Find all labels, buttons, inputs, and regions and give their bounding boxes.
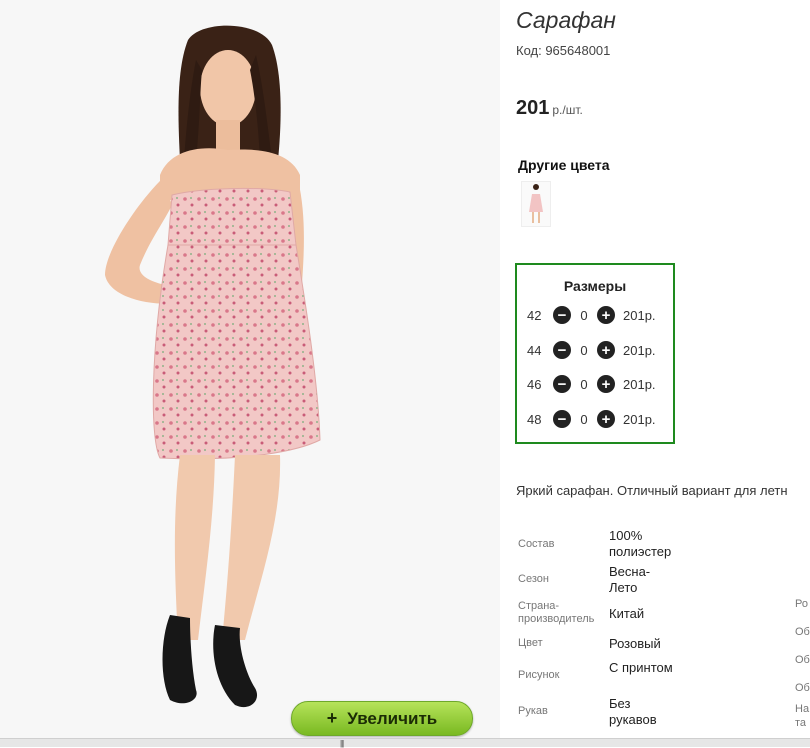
minus-icon[interactable]: − <box>553 341 571 359</box>
edge-label: Об <box>795 682 810 694</box>
plus-icon[interactable]: + <box>597 306 615 324</box>
size-price: 201р. <box>623 411 656 427</box>
price-unit: р./шт. <box>552 103 583 117</box>
size-quantity: 0 <box>580 342 588 358</box>
product-price: 201 р./шт. <box>516 97 583 120</box>
size-price: 201р. <box>623 307 656 323</box>
size-row-42: 42 − 0 + 201р. <box>527 305 656 325</box>
edge-label: Об <box>795 654 810 666</box>
plus-icon[interactable]: + <box>597 375 615 393</box>
attr-label-composition: Состав <box>518 538 555 550</box>
size-quantity: 0 <box>580 376 588 392</box>
size-label: 42 <box>527 307 542 323</box>
zoom-button[interactable]: + Увеличить <box>291 701 473 736</box>
attr-value-sleeve: Без рукавов <box>609 696 657 727</box>
size-label: 48 <box>527 411 542 427</box>
minus-icon[interactable]: − <box>553 410 571 428</box>
product-photo[interactable] <box>0 0 500 738</box>
attr-value-season: Весна-Лето <box>609 564 651 595</box>
product-code: Код: 965648001 <box>516 43 611 58</box>
model-illustration <box>105 25 321 708</box>
attr-label-color: Цвет <box>518 637 543 649</box>
size-label: 44 <box>527 342 542 358</box>
size-quantity: 0 <box>580 411 588 427</box>
size-price: 201р. <box>623 376 656 392</box>
dress-thumbnail-icon <box>529 184 543 223</box>
edge-label: та <box>795 717 807 729</box>
sizes-title: Размеры <box>563 278 627 294</box>
size-row-46: 46 − 0 + 201р. <box>527 374 656 394</box>
size-label: 46 <box>527 376 542 392</box>
size-row-48: 48 − 0 + 201р. <box>527 409 656 429</box>
attr-value-composition: 100% полиэстер <box>609 528 672 559</box>
other-colors-title: Другие цвета <box>518 157 610 173</box>
attr-label-sleeve: Рукав <box>518 705 548 717</box>
attr-label-country: Страна-производитель <box>518 600 595 625</box>
plus-icon[interactable]: + <box>597 341 615 359</box>
product-description: Яркий сарафан. Отличный вариант для летн <box>516 483 788 498</box>
plus-icon: + <box>326 708 338 728</box>
plus-icon[interactable]: + <box>597 410 615 428</box>
size-row-44: 44 − 0 + 201р. <box>527 340 656 360</box>
product-title: Сарафан <box>516 7 616 33</box>
size-quantity: 0 <box>580 307 588 323</box>
attr-value-country: Китай <box>609 606 645 621</box>
zoom-button-label: Увеличить <box>347 708 438 728</box>
edge-label: На <box>795 703 810 715</box>
edge-label: Ро <box>795 598 808 610</box>
attr-label-season: Сезон <box>518 573 549 585</box>
price-value: 201 <box>516 97 550 119</box>
minus-icon[interactable]: − <box>553 375 571 393</box>
sizes-panel: Размеры 42 − 0 + 201р. 44 − 0 + 201р. 46… <box>515 263 675 444</box>
attr-value-color: Розовый <box>609 636 661 651</box>
scroll-grip-icon[interactable]: ||| <box>340 739 344 748</box>
color-variant-thumbnail[interactable] <box>521 181 551 227</box>
edge-label: Об <box>795 626 810 638</box>
attr-value-pattern: С принтом <box>609 660 673 675</box>
size-price: 201р. <box>623 342 656 358</box>
attr-label-pattern: Рисунок <box>518 669 560 681</box>
minus-icon[interactable]: − <box>553 306 571 324</box>
